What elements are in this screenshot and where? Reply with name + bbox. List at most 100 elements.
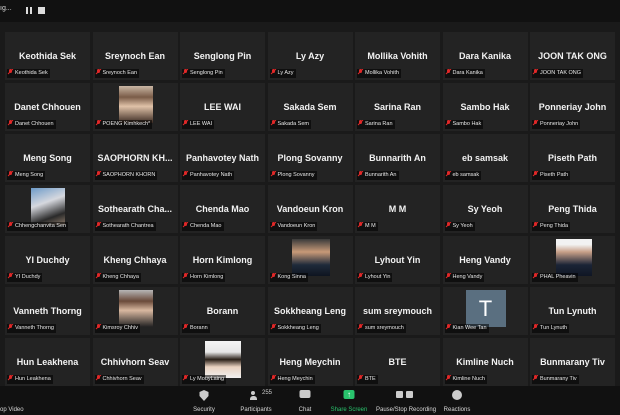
participant-tile[interactable]: Bunnarith An Bunnarith An bbox=[355, 134, 440, 182]
participant-label-text: Sambo Hak bbox=[452, 121, 482, 127]
participant-tile[interactable]: M M M M bbox=[355, 185, 440, 233]
participant-label-text: eb samsak bbox=[452, 172, 480, 178]
participant-label-text: BTE bbox=[365, 376, 376, 382]
participant-tile[interactable]: Plong Sovanny Plong Sovanny bbox=[267, 134, 353, 182]
participant-tile[interactable]: Sarina Ran Sarina Ran bbox=[355, 83, 440, 131]
participant-tile[interactable]: Borann Borann bbox=[180, 287, 265, 335]
participant-tile[interactable]: T Kian Wee Tan bbox=[442, 287, 528, 335]
chat-icon bbox=[299, 390, 311, 398]
participant-tile[interactable]: eb samsak eb samsak bbox=[442, 134, 528, 182]
participant-tile[interactable]: Sreynoch Ean Sreynoch Ean bbox=[92, 32, 178, 80]
participant-tile[interactable]: Heng Meychin Heng Meychin bbox=[267, 338, 353, 386]
muted-mic-icon bbox=[446, 324, 451, 330]
participants-button[interactable]: 255 Participants bbox=[236, 388, 276, 414]
participant-label-text: Sakada Sem bbox=[277, 121, 310, 127]
participant-tile[interactable]: Sokkheang Leng Sokkheang Leng bbox=[267, 287, 353, 335]
participant-tile[interactable]: Heng Vandy Heng Vandy bbox=[442, 236, 528, 284]
participant-tile[interactable]: Sothearath Cha... Sothearath Chantrea bbox=[92, 185, 178, 233]
participant-tile[interactable]: Kheng Chhaya Kheng Chhaya bbox=[92, 236, 178, 284]
participant-name-label: YI Duchdy bbox=[7, 273, 43, 282]
muted-mic-icon bbox=[271, 171, 276, 177]
participant-tile[interactable]: Kimline Nuch Kimline Nuch bbox=[442, 338, 528, 386]
pause-icon[interactable] bbox=[26, 7, 33, 14]
participant-tile[interactable]: Ponneriay John Ponneriay John bbox=[530, 83, 615, 131]
muted-mic-icon bbox=[533, 375, 538, 381]
participant-tile[interactable]: Senglong Pin Senglong Pin bbox=[180, 32, 265, 80]
muted-mic-icon bbox=[183, 171, 188, 177]
participant-tile[interactable]: Keothida Sek Keothida Sek bbox=[5, 32, 90, 80]
participant-name-label: Panhavotey Nath bbox=[182, 171, 235, 180]
participant-label-text: Hun Leakhena bbox=[15, 376, 51, 382]
muted-mic-icon bbox=[358, 69, 363, 75]
participant-name-label: Lyhout Yin bbox=[357, 273, 393, 282]
participant-tile[interactable]: SAOPHORN KH... SAOPHORN KHORN bbox=[92, 134, 178, 182]
share-screen-button[interactable]: ↑ Share Screen bbox=[330, 388, 368, 414]
participant-tile[interactable]: Kong Sinna bbox=[267, 236, 353, 284]
participant-label-text: Heng Meychin bbox=[277, 376, 313, 382]
participant-tile[interactable]: POENG Kimhkech* bbox=[92, 83, 178, 131]
participant-display-name: Horn Kimlong bbox=[192, 255, 253, 265]
participant-tile[interactable]: JOON TAK ONG JOON TAK ONG bbox=[530, 32, 615, 80]
pause-stop-recording-button[interactable]: Pause/Stop Recording bbox=[376, 388, 436, 414]
participant-tile[interactable]: Chhivhorn Seav Chhivhorn Seav bbox=[92, 338, 178, 386]
chat-button[interactable]: Chat bbox=[291, 388, 319, 414]
meeting-top-bar: ıg... bbox=[0, 0, 620, 22]
participant-name-label: Vanneth Thorng bbox=[7, 324, 56, 333]
participant-tile[interactable]: Hun Leakhena Hun Leakhena bbox=[5, 338, 90, 386]
participant-tile[interactable]: Danet Chhouen Danet Chhouen bbox=[5, 83, 90, 131]
participant-tile[interactable]: Meng Song Meng Song bbox=[5, 134, 90, 182]
participant-tile[interactable]: Tun Lynuth Tun Lynuth bbox=[530, 287, 615, 335]
participant-name-label: Sakada Sem bbox=[269, 120, 311, 129]
participant-tile[interactable]: Bunmarany Tiv Bunmarany Tiv bbox=[530, 338, 615, 386]
participant-display-name: Hun Leakhena bbox=[16, 357, 79, 367]
participant-tile[interactable]: Sakada Sem Sakada Sem bbox=[267, 83, 353, 131]
participant-display-name: Keothida Sek bbox=[18, 51, 76, 61]
participant-tile[interactable]: Chhengchanvita Sen bbox=[5, 185, 90, 233]
participant-name-label: Sarina Ran bbox=[357, 120, 395, 129]
participant-tile[interactable]: Panhavotey Nath Panhavotey Nath bbox=[180, 134, 265, 182]
participant-tile[interactable]: Kimsroy Chhiv bbox=[92, 287, 178, 335]
participant-name-label: Chhivhorn Seav bbox=[94, 375, 144, 384]
participant-tile[interactable]: Vanneth Thorng Vanneth Thorng bbox=[5, 287, 90, 335]
participant-tile[interactable]: BTE BTE bbox=[355, 338, 440, 386]
participant-label-text: JOON TAK ONG bbox=[540, 70, 582, 76]
participant-tile[interactable]: Sy Yeoh Sy Yeoh bbox=[442, 185, 528, 233]
reactions-button[interactable]: Reactions bbox=[441, 388, 473, 414]
muted-mic-icon bbox=[533, 273, 538, 279]
participant-label-text: Keothida Sek bbox=[15, 70, 48, 76]
participant-label-text: Chhengchanvita Sen bbox=[15, 223, 67, 229]
stop-icon[interactable] bbox=[38, 7, 45, 14]
security-button[interactable]: Security bbox=[189, 388, 219, 414]
participant-name-label: Sy Yeoh bbox=[444, 222, 475, 231]
participant-tile[interactable]: Mollika Vohith Mollika Vohith bbox=[355, 32, 440, 80]
participant-label-text: Kheng Chhaya bbox=[102, 274, 139, 280]
muted-mic-icon bbox=[533, 222, 538, 228]
muted-mic-icon bbox=[183, 120, 188, 126]
participant-tile[interactable]: Ly Azy Ly Azy bbox=[267, 32, 353, 80]
participant-tile[interactable]: Chenda Mao Chenda Mao bbox=[180, 185, 265, 233]
participant-display-name: Panhavotey Nath bbox=[185, 153, 260, 163]
participant-tile[interactable]: sum sreymouch sum sreymouch bbox=[355, 287, 440, 335]
participant-tile[interactable]: Horn Kimlong Horn Kimlong bbox=[180, 236, 265, 284]
participant-tile[interactable]: Peng Thida Peng Thida bbox=[530, 185, 615, 233]
participant-label-text: PHAL Pheavin bbox=[540, 274, 576, 280]
participant-tile[interactable]: Lyhout Yin Lyhout Yin bbox=[355, 236, 440, 284]
participant-tile[interactable]: YI Duchdy YI Duchdy bbox=[5, 236, 90, 284]
participant-name-label: LEE WAI bbox=[182, 120, 215, 129]
participant-tile[interactable]: LEE WAI LEE WAI bbox=[180, 83, 265, 131]
muted-mic-icon bbox=[183, 375, 188, 381]
participant-tile[interactable]: Dara Kanika Dara Kanika bbox=[442, 32, 528, 80]
meeting-title: ıg... bbox=[0, 5, 12, 12]
participant-tile[interactable]: Piseth Path Piseth Path bbox=[530, 134, 615, 182]
participant-tile[interactable]: Ly MouyLaing bbox=[180, 338, 265, 386]
participant-display-name: Danet Chhouen bbox=[14, 102, 81, 112]
participant-tile[interactable]: Vandoeun Kron Vandoeun Kron bbox=[267, 185, 353, 233]
stop-video-button[interactable]: op Video bbox=[0, 388, 26, 414]
participant-display-name: Vandoeun Kron bbox=[276, 204, 344, 214]
participant-name-label: Keothida Sek bbox=[7, 69, 50, 78]
participant-tile[interactable]: Sambo Hak Sambo Hak bbox=[442, 83, 528, 131]
muted-mic-icon bbox=[533, 69, 538, 75]
participant-display-name: Senglong Pin bbox=[193, 51, 252, 61]
participant-display-name: M M bbox=[388, 204, 407, 214]
participant-tile[interactable]: PHAL Pheavin bbox=[530, 236, 615, 284]
